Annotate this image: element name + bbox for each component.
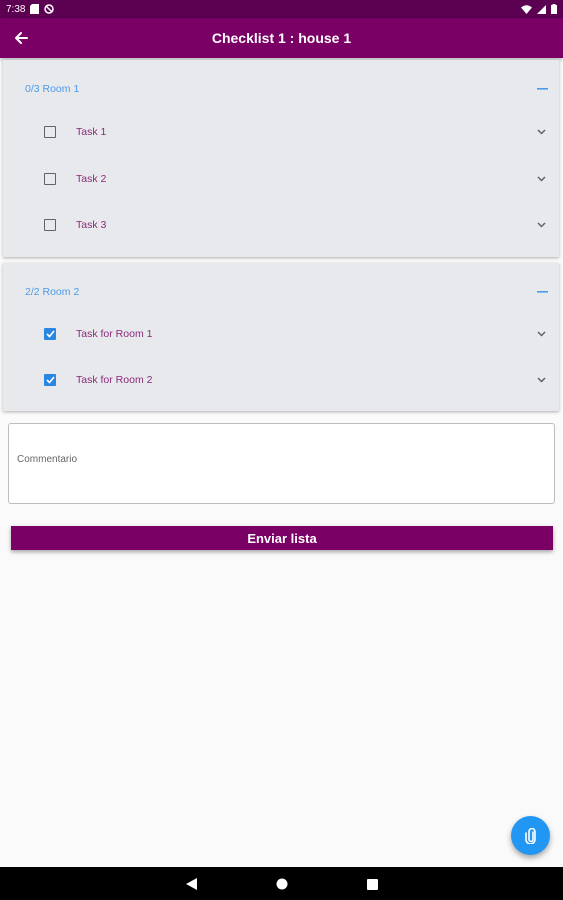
recents-square-icon (366, 878, 378, 890)
minus-icon[interactable] (535, 82, 549, 96)
room-section-2: 2/2 Room 2 Task for Room 1 Task for Room… (3, 263, 559, 411)
task-row[interactable]: Task 1 (3, 109, 559, 155)
room-section-1: 0/3 Room 1 Task 1 Task 2 Task 3 (3, 60, 559, 257)
comment-field-container[interactable] (8, 423, 555, 504)
section-title: 2/2 Room 2 (25, 286, 80, 298)
chevron-down-icon[interactable] (535, 219, 547, 231)
task-checkbox-checked[interactable] (44, 328, 56, 340)
comment-input[interactable] (17, 454, 537, 465)
attach-button[interactable] (511, 816, 550, 855)
chevron-down-icon[interactable] (535, 126, 547, 138)
paperclip-icon (524, 827, 538, 844)
system-nav-bar (0, 867, 563, 900)
chevron-down-icon[interactable] (535, 328, 547, 340)
chevron-down-icon[interactable] (535, 374, 547, 386)
arrow-left-icon (14, 31, 28, 45)
status-right (521, 4, 557, 14)
nav-recents-button[interactable] (363, 875, 381, 893)
page-title: Checklist 1 : house 1 (211, 30, 352, 46)
task-row[interactable]: Task for Room 1 (3, 311, 559, 357)
task-checkbox-checked[interactable] (44, 374, 56, 386)
task-row[interactable]: Task 3 (3, 202, 559, 248)
section-title: 0/3 Room 1 (25, 83, 80, 95)
nav-back-button[interactable] (182, 875, 200, 893)
submit-list-button[interactable]: Enviar lista (11, 526, 553, 550)
task-label: Task 3 (76, 219, 107, 231)
task-checkbox[interactable] (44, 126, 56, 138)
status-left: 7:38 (6, 3, 55, 15)
task-checkbox[interactable] (44, 173, 56, 185)
back-button[interactable] (6, 23, 36, 53)
task-label: Task 1 (76, 126, 107, 138)
minus-icon[interactable] (535, 285, 549, 299)
nav-home-button[interactable] (273, 875, 291, 893)
battery-icon (551, 4, 557, 14)
no-sync-icon (44, 4, 55, 14)
task-label: Task 2 (76, 173, 107, 185)
task-checkbox[interactable] (44, 219, 56, 231)
home-circle-icon (276, 878, 288, 890)
task-row[interactable]: Task for Room 2 (3, 357, 559, 403)
task-label: Task for Room 1 (76, 328, 153, 340)
task-row[interactable]: Task 2 (3, 156, 559, 202)
back-triangle-icon (185, 878, 197, 890)
wifi-icon (521, 4, 532, 14)
chevron-down-icon[interactable] (535, 173, 547, 185)
signal-icon (537, 4, 546, 14)
status-time: 7:38 (6, 3, 26, 15)
app-bar: Checklist 1 : house 1 (0, 18, 563, 58)
task-label: Task for Room 2 (76, 374, 153, 386)
status-bar: 7:38 (0, 0, 563, 18)
sd-card-icon (30, 4, 40, 14)
